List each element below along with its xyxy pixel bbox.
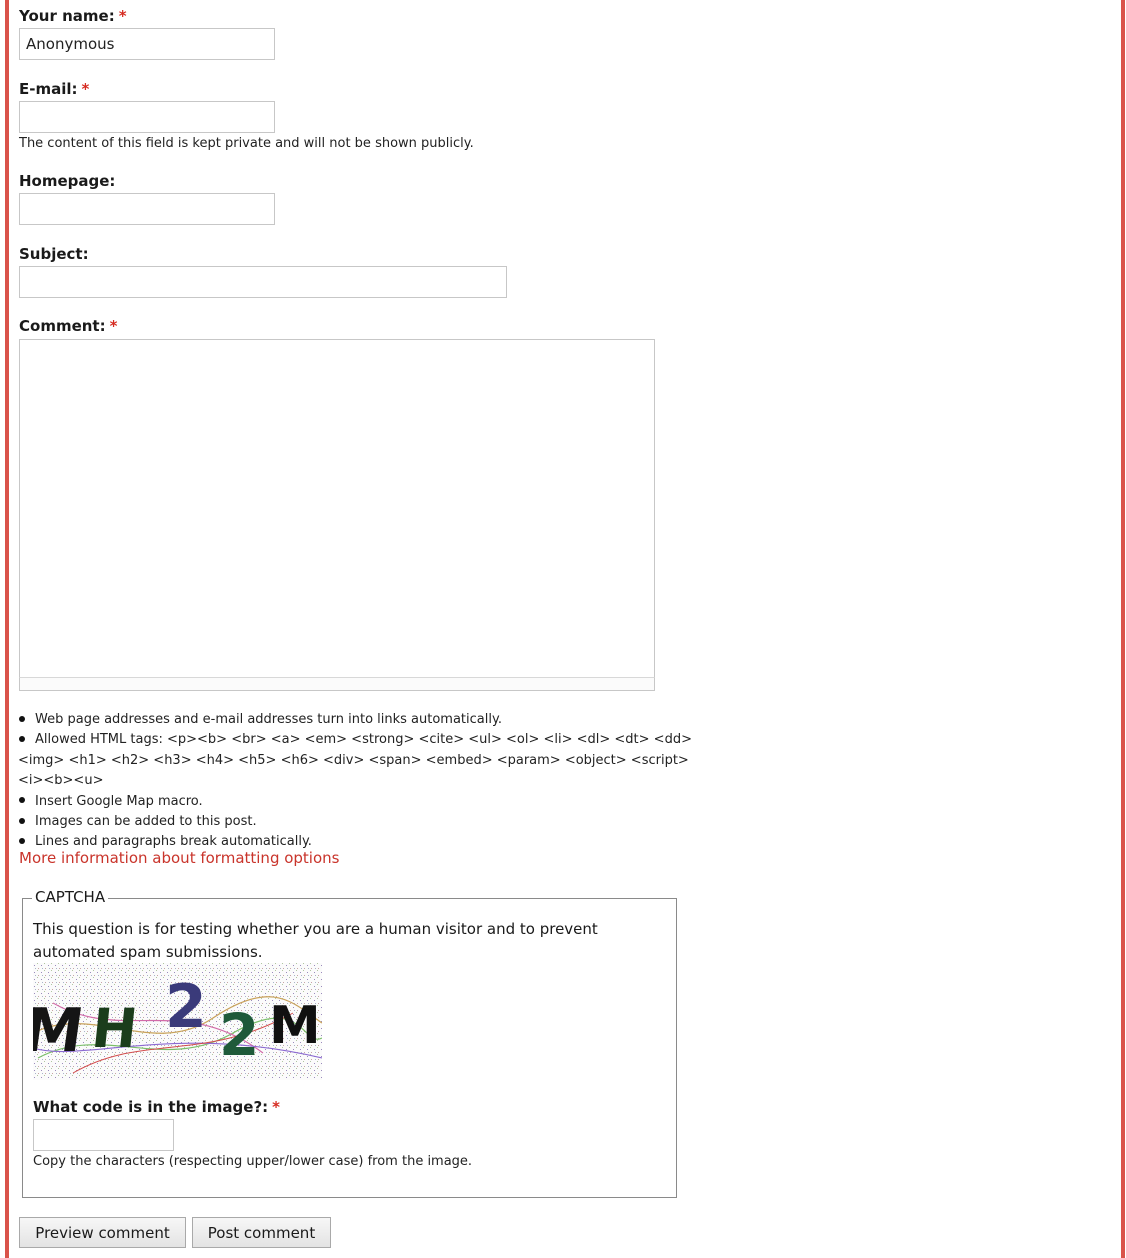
textarea-resize-grip[interactable] <box>19 677 655 691</box>
subject-label: Subject: <box>19 245 89 263</box>
subject-input[interactable] <box>19 266 507 298</box>
captcha-answer-description: Copy the characters (respecting upper/lo… <box>33 1154 473 1169</box>
email-label: E-mail: * <box>19 80 90 98</box>
captcha-char: M <box>269 996 321 1056</box>
captcha-image: M H 2 2 M <box>33 963 322 1080</box>
homepage-label: Homepage: <box>19 172 116 190</box>
comment-textarea[interactable] <box>19 339 655 678</box>
captcha-char: 2 <box>219 1001 259 1069</box>
captcha-legend: CAPTCHA <box>32 888 109 906</box>
bullet-icon <box>19 715 25 722</box>
list-item: Allowed HTML tags: <p><b> <br> <a> <em> … <box>18 732 692 789</box>
email-input[interactable] <box>19 101 275 133</box>
required-marker: * <box>109 317 118 335</box>
list-item: Images can be added to this post. <box>18 812 698 832</box>
formatting-tips-list: Web page addresses and e-mail addresses … <box>18 710 698 853</box>
required-marker: * <box>118 7 127 25</box>
bullet-icon <box>19 797 25 804</box>
left-border <box>5 0 9 1258</box>
bullet-icon <box>19 735 25 742</box>
comment-form-page: Your name:* E-mail:* The content of this… <box>0 0 1126 1258</box>
captcha-description: This question is for testing whether you… <box>33 920 598 961</box>
captcha-char: 2 <box>165 972 207 1042</box>
captcha-question-label: What code is in the image?: * <box>33 1098 281 1116</box>
name-input[interactable] <box>19 28 275 60</box>
email-description: The content of this field is kept privat… <box>19 136 474 151</box>
bullet-icon <box>19 817 25 824</box>
post-comment-button[interactable]: Post comment <box>192 1217 331 1248</box>
comment-label: Comment: * <box>19 317 118 335</box>
homepage-input[interactable] <box>19 193 275 225</box>
list-item: Insert Google Map macro. <box>18 792 698 812</box>
required-marker: * <box>81 80 90 98</box>
formatting-options-link[interactable]: More information about formatting option… <box>19 849 339 867</box>
captcha-char: H <box>89 997 141 1060</box>
captcha-answer-input[interactable] <box>33 1119 174 1151</box>
preview-comment-button[interactable]: Preview comment <box>19 1217 186 1248</box>
right-border <box>1121 0 1125 1258</box>
list-item: Web page addresses and e-mail addresses … <box>18 710 698 730</box>
required-marker: * <box>272 1098 281 1116</box>
bullet-icon <box>19 837 25 844</box>
name-label: Your name: * <box>19 7 127 25</box>
